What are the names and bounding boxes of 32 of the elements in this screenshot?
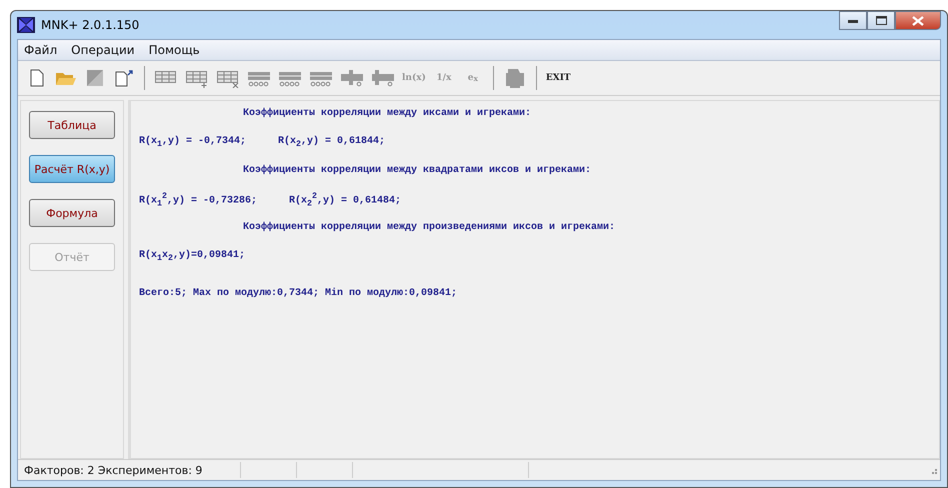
toolbar-button[interactable]: EXIT — [544, 65, 573, 91]
document-arrow-icon — [114, 69, 134, 87]
section-heading: Коэффициенты корреляции между произведениями иксов и игреками: — [242, 220, 616, 235]
correlation-value: R(x$_{2}$,y) = 0,61844; — [278, 136, 386, 149]
menu-item[interactable]: Файл — [24, 43, 58, 57]
correlation-value: R(x$_{1}$,y) = -0,7344; — [139, 136, 246, 149]
menu-item[interactable]: Помощь — [148, 43, 200, 57]
table-icon — [216, 68, 240, 88]
table-icon — [340, 68, 364, 88]
maximize-button[interactable] — [867, 11, 895, 30]
side-button[interactable]: Таблица — [29, 111, 115, 139]
close-icon — [912, 16, 924, 26]
table-icon — [185, 68, 209, 88]
side-button[interactable]: Формула — [29, 199, 115, 227]
section-heading: Коэффициенты корреляции между квадратами иксов и игреками: — [242, 164, 592, 178]
window-title: MNK+ 2.0.1.150 — [41, 18, 140, 32]
menu-item[interactable]: Операции — [71, 43, 135, 57]
side-button[interactable]: Расчёт R(x,y) — [29, 155, 115, 183]
status-text: Факторов: 2 Экспериментов: 9 — [23, 464, 204, 476]
summary-text: Всего:5; Max по модулю:0,7344; Min по модулю:0,09841; — [139, 286, 458, 301]
app-icon — [17, 17, 35, 33]
correlation-value: R(x$_{2}$$^{2}$,y) = 0,61484; — [289, 190, 402, 208]
correlation-value: R(x$_{1}$$^{2}$,y) = -0,73286; — [139, 190, 258, 208]
minimize-button[interactable] — [839, 11, 867, 30]
maximize-icon — [876, 16, 886, 25]
correlation-value: R(x$_{1}$x$_{2}$,y)=0,09841; — [139, 250, 246, 263]
table-icon — [371, 68, 395, 88]
disk-icon — [86, 69, 104, 87]
section-heading: Коэффициенты корреляции между иксами и игреками: — [242, 106, 532, 121]
document-icon — [29, 69, 45, 87]
close-button[interactable] — [895, 11, 941, 30]
minimize-icon — [848, 18, 858, 22]
